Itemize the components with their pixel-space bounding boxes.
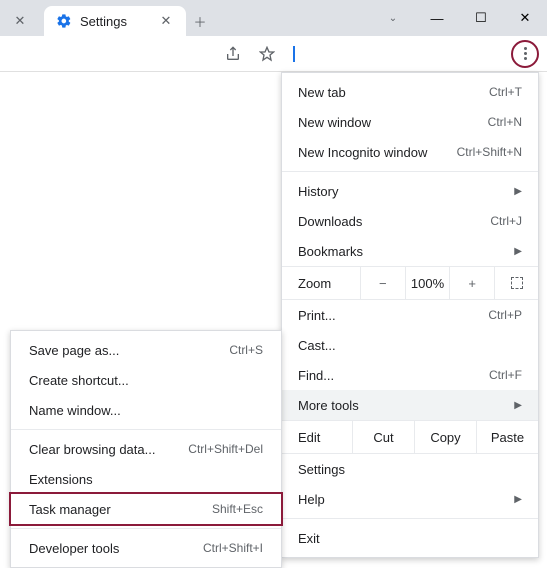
menu-history[interactable]: History▶ — [282, 176, 538, 206]
close-icon[interactable]: ✕ — [158, 13, 174, 29]
close-window-button[interactable]: ✕ — [503, 0, 547, 36]
paste-button[interactable]: Paste — [476, 421, 538, 453]
copy-button[interactable]: Copy — [414, 421, 476, 453]
menu-new-window[interactable]: New windowCtrl+N — [282, 107, 538, 137]
menu-find[interactable]: Find...Ctrl+F — [282, 360, 538, 390]
menu-more-tools[interactable]: More tools▶ — [282, 390, 538, 420]
submenu-name-window[interactable]: Name window... — [11, 395, 281, 425]
zoom-label: Zoom — [282, 276, 360, 291]
chevron-down-icon[interactable]: ⌄ — [371, 0, 415, 36]
zoom-row: Zoom − 100% + — [282, 266, 538, 300]
omnibox-cursor — [293, 46, 295, 62]
fullscreen-icon — [511, 277, 523, 289]
zoom-out-button[interactable]: − — [360, 267, 405, 299]
zoom-in-button[interactable]: + — [449, 267, 494, 299]
main-menu: New tabCtrl+T New windowCtrl+N New Incog… — [281, 72, 539, 558]
chevron-right-icon: ▶ — [514, 494, 522, 505]
close-icon[interactable]: ✕ — [12, 13, 28, 29]
separator — [282, 518, 538, 519]
submenu-dev-tools[interactable]: Developer toolsCtrl+Shift+I — [11, 533, 281, 563]
chevron-right-icon: ▶ — [514, 186, 522, 197]
edit-row: Edit Cut Copy Paste — [282, 420, 538, 454]
titlebar: ✕ Settings ✕ ＋ ⌄ — ☐ ✕ — [0, 0, 547, 36]
menu-incognito[interactable]: New Incognito windowCtrl+Shift+N — [282, 137, 538, 167]
gear-icon — [56, 13, 72, 29]
tab-settings[interactable]: Settings ✕ — [44, 6, 186, 36]
more-menu-button[interactable] — [511, 40, 539, 68]
separator — [282, 171, 538, 172]
submenu-create-shortcut[interactable]: Create shortcut... — [11, 365, 281, 395]
menu-exit[interactable]: Exit — [282, 523, 538, 553]
edit-label: Edit — [282, 430, 352, 445]
menu-bookmarks[interactable]: Bookmarks▶ — [282, 236, 538, 266]
submenu-clear-data[interactable]: Clear browsing data...Ctrl+Shift+Del — [11, 434, 281, 464]
tab-blank[interactable]: ✕ — [0, 6, 40, 36]
minimize-button[interactable]: — — [415, 0, 459, 36]
submenu-save-page[interactable]: Save page as...Ctrl+S — [11, 335, 281, 365]
menu-new-tab[interactable]: New tabCtrl+T — [282, 77, 538, 107]
separator — [11, 429, 281, 430]
separator — [11, 528, 281, 529]
menu-downloads[interactable]: DownloadsCtrl+J — [282, 206, 538, 236]
chevron-right-icon: ▶ — [514, 400, 522, 411]
more-tools-submenu: Save page as...Ctrl+S Create shortcut...… — [10, 330, 282, 568]
chevron-right-icon: ▶ — [514, 246, 522, 257]
new-tab-button[interactable]: ＋ — [186, 6, 214, 36]
menu-cast[interactable]: Cast... — [282, 330, 538, 360]
tab-label: Settings — [80, 14, 150, 29]
maximize-button[interactable]: ☐ — [459, 0, 503, 36]
menu-help[interactable]: Help▶ — [282, 484, 538, 514]
menu-settings[interactable]: Settings — [282, 454, 538, 484]
submenu-extensions[interactable]: Extensions — [11, 464, 281, 494]
fullscreen-button[interactable] — [494, 267, 538, 299]
share-icon[interactable] — [219, 40, 247, 68]
cut-button[interactable]: Cut — [352, 421, 414, 453]
toolbar — [0, 36, 547, 72]
submenu-task-manager[interactable]: Task managerShift+Esc — [11, 494, 281, 524]
menu-print[interactable]: Print...Ctrl+P — [282, 300, 538, 330]
zoom-value: 100% — [405, 267, 450, 299]
vertical-dots-icon — [524, 47, 527, 60]
bookmark-star-icon[interactable] — [253, 40, 281, 68]
